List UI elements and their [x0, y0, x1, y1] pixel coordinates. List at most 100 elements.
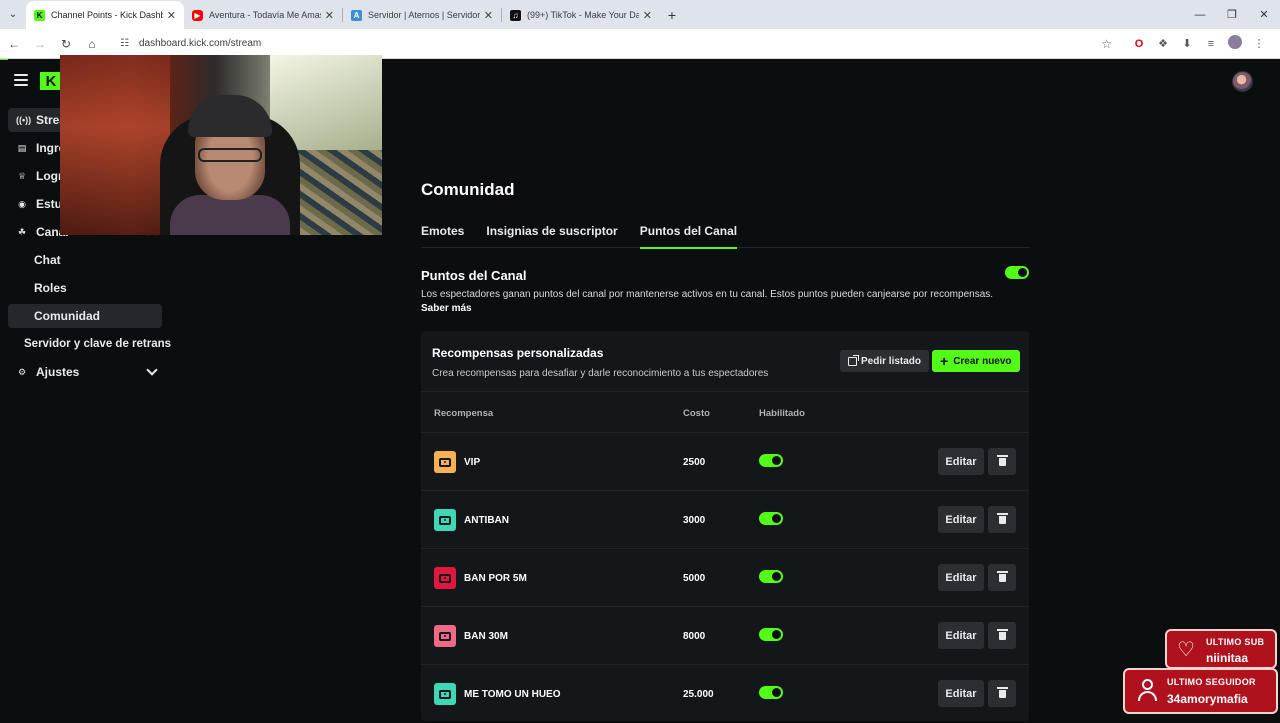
- trash-icon: [996, 512, 1008, 524]
- delete-button[interactable]: [988, 448, 1016, 475]
- reward-icon: [434, 567, 456, 589]
- browser-tab-youtube[interactable]: ▶ Aventura - Todavía Me Amas: L ✕: [184, 1, 342, 29]
- chevron-down-icon[interactable]: [146, 364, 158, 376]
- browser-menu-icon[interactable]: ⋮: [1252, 37, 1266, 50]
- overlay-value: 34amorymafia: [1167, 692, 1248, 706]
- close-icon[interactable]: ✕: [643, 9, 652, 22]
- back-icon[interactable]: ←: [2, 32, 26, 56]
- table-row: ME TOMO UN HUEO 25.000 Editar: [421, 665, 1029, 723]
- card-title: Recompensas personalizadas: [432, 346, 604, 360]
- sidebar-item-label: Ajustes: [36, 365, 80, 379]
- sidebar-item-label: Servidor y clave de retrans: [24, 338, 172, 350]
- edit-button[interactable]: Editar: [938, 622, 984, 649]
- webcam-person: [170, 195, 290, 235]
- table-row: ANTIBAN 3000 Editar: [421, 491, 1029, 549]
- overlay-label: ULTIMO SUB: [1206, 637, 1265, 647]
- new-tab-button[interactable]: +: [660, 1, 684, 29]
- button-label: Crear nuevo: [953, 355, 1012, 367]
- opera-extension-icon[interactable]: O: [1132, 38, 1146, 50]
- delete-button[interactable]: [988, 622, 1016, 649]
- profile-icon[interactable]: [1228, 35, 1242, 52]
- section-description: Los espectadores ganan puntos del canal …: [421, 289, 994, 300]
- tab-insignias[interactable]: Insignias de suscriptor: [486, 224, 617, 248]
- tab-search-icon[interactable]: ⌄: [0, 0, 26, 29]
- edit-button[interactable]: Editar: [938, 680, 984, 707]
- webcam-person: [198, 148, 262, 162]
- overlay-value: niinitaa: [1206, 651, 1249, 665]
- media-queue-icon[interactable]: ≡: [1204, 38, 1218, 50]
- reload-icon[interactable]: ↻: [54, 32, 78, 56]
- sidebar-item-server-key[interactable]: Servidor y clave de retrans: [14, 332, 171, 356]
- kick-icon: K: [34, 9, 45, 21]
- close-icon[interactable]: ✕: [167, 9, 176, 22]
- reward-enabled-toggle[interactable]: [759, 628, 783, 641]
- table-row: BAN POR 5M 5000 Editar: [421, 549, 1029, 607]
- close-window-icon[interactable]: ✕: [1248, 0, 1280, 29]
- browser-tab-kick[interactable]: K Channel Points - Kick Dashboard ✕: [26, 1, 184, 29]
- minimize-icon[interactable]: —: [1184, 0, 1216, 29]
- webcam-overlay: [60, 55, 382, 235]
- tab-title: (99+) TikTok - Make Your Day: [527, 10, 639, 20]
- reward-cost: 5000: [683, 573, 706, 584]
- last-sub-overlay: ♡ ULTIMO SUB niinitaa: [1165, 629, 1277, 669]
- channel-icon: ☘: [17, 226, 27, 237]
- sidebar-item-chat[interactable]: Chat: [8, 248, 162, 272]
- reward-icon: [434, 683, 456, 705]
- column-header: Costo: [683, 408, 710, 419]
- reward-enabled-toggle[interactable]: [759, 570, 783, 583]
- tab-puntos-del-canal[interactable]: Puntos del Canal: [639, 224, 738, 249]
- learn-more-link[interactable]: Saber más: [421, 303, 472, 314]
- aternos-icon: A: [351, 9, 362, 21]
- reward-enabled-toggle[interactable]: [759, 686, 783, 699]
- table-row: BAN 30M 8000 Editar: [421, 607, 1029, 665]
- address-bar[interactable]: ☷ dashboard.kick.com/stream ☆: [110, 32, 1120, 56]
- close-icon[interactable]: ✕: [325, 9, 334, 22]
- forward-icon[interactable]: →: [28, 32, 52, 56]
- edit-button[interactable]: Editar: [938, 448, 984, 475]
- delete-button[interactable]: [988, 564, 1016, 591]
- delete-button[interactable]: [988, 506, 1016, 533]
- user-avatar[interactable]: [1232, 71, 1253, 92]
- sidebar-item-comunidad[interactable]: Comunidad: [8, 304, 162, 328]
- broadcast-icon: ((•)): [16, 115, 32, 125]
- restore-icon[interactable]: ❐: [1216, 0, 1248, 29]
- column-header: Habilitado: [759, 408, 805, 419]
- extensions-puzzle-icon[interactable]: ❖: [1156, 37, 1170, 50]
- bookmark-star-icon[interactable]: ☆: [1101, 37, 1112, 51]
- reward-icon: [434, 625, 456, 647]
- extension-bar: O ❖ ⬇ ≡ ⋮: [1132, 35, 1266, 52]
- edit-button[interactable]: Editar: [938, 506, 984, 533]
- browser-tab-tiktok[interactable]: ♫ (99+) TikTok - Make Your Day ✕: [502, 1, 660, 29]
- sidebar-item-label: Chat: [34, 253, 61, 267]
- reward-enabled-toggle[interactable]: [759, 454, 783, 467]
- kick-logo[interactable]: K: [40, 72, 62, 90]
- sidebar-item-ajustes[interactable]: ⚙ Ajustes: [8, 360, 162, 384]
- close-icon[interactable]: ✕: [484, 9, 493, 22]
- browser-tab-aternos[interactable]: A Servidor | Aternos | Servidor de ✕: [343, 1, 501, 29]
- webcam-background: [60, 55, 170, 235]
- url-text: dashboard.kick.com/stream: [138, 38, 262, 49]
- tab-emotes[interactable]: Emotes: [421, 224, 464, 248]
- create-new-button[interactable]: + Crear nuevo: [932, 350, 1020, 372]
- edit-button[interactable]: Editar: [938, 564, 984, 591]
- sidebar-item-roles[interactable]: Roles: [8, 276, 162, 300]
- reward-name: VIP: [464, 457, 481, 468]
- overlay-label: ULTIMO SEGUIDOR: [1167, 677, 1256, 687]
- window-controls: — ❐ ✕: [1184, 0, 1280, 29]
- browser-tab-bar: ⌄ K Channel Points - Kick Dashboard ✕ ▶ …: [0, 0, 1280, 29]
- request-list-button[interactable]: Pedir listado: [840, 350, 930, 372]
- external-link-icon: [848, 354, 859, 366]
- column-header: Recompensa: [434, 408, 494, 419]
- channel-points-toggle[interactable]: [1005, 266, 1029, 279]
- youtube-icon: ▶: [192, 9, 203, 21]
- site-info-icon[interactable]: ☷: [120, 38, 129, 49]
- home-icon[interactable]: ⌂: [80, 32, 104, 56]
- reward-cost: 2500: [683, 457, 706, 468]
- reward-enabled-toggle[interactable]: [759, 512, 783, 525]
- download-icon[interactable]: ⬇: [1180, 37, 1194, 50]
- sidebar-item-label: Comunidad: [34, 309, 100, 323]
- menu-icon[interactable]: [14, 74, 28, 86]
- trophy-icon: ♕: [17, 170, 27, 181]
- delete-button[interactable]: [988, 680, 1016, 707]
- gear-icon: ⚙: [17, 366, 27, 377]
